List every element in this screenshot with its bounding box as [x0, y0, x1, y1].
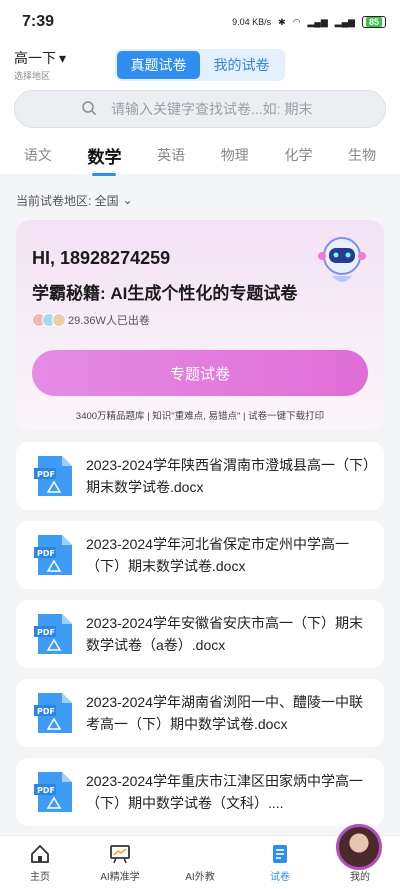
pdf-file-icon: PDF	[34, 456, 72, 496]
list-item[interactable]: PDF 2023-2024学年安徽省安庆市高一（下）期末数学试卷（a卷）.doc…	[16, 600, 384, 668]
wifi-icon: ◠	[292, 16, 301, 27]
paper-title: 2023-2024学年安徽省安庆市高一（下）期末数学试卷（a卷）.docx	[86, 615, 363, 653]
paper-type-switch: 真题试卷 我的试卷	[115, 49, 285, 81]
ai-tutor-avatar	[336, 824, 382, 870]
tab-chemistry[interactable]: 化学	[278, 145, 318, 165]
area-label: 当前试卷地区: 全国	[16, 193, 119, 208]
list-item[interactable]: PDF 2023-2024学年陕西省渭南市澄城县高一（下）期末数学试卷.docx	[16, 442, 384, 510]
status-time: 7:39	[22, 13, 55, 30]
chevron-down-icon: ⌄	[122, 193, 133, 207]
pdf-file-icon: PDF	[34, 614, 72, 654]
list-item[interactable]: PDF 2023-2024学年重庆市江津区田家炳中学高一（下）期中数学试卷（文科…	[16, 758, 384, 826]
status-icons: 9.04 KB/s ✱ ◠ ▂▄▆ ▂▄▆ 85	[232, 16, 386, 28]
bluetooth-icon: ✱	[278, 16, 286, 27]
svg-text:PDF: PDF	[37, 470, 55, 479]
paper-title: 2023-2024学年陕西省渭南市澄城县高一（下）期末数学试卷.docx	[86, 457, 370, 495]
search-section: 请输入关键字查找试卷...如: 期末	[0, 86, 400, 136]
robot-mascot-icon	[318, 237, 366, 282]
area-filter[interactable]: 当前试卷地区: 全国 ⌄	[0, 180, 400, 220]
list-item[interactable]: PDF 2023-2024学年湖南省浏阳一中、醴陵一中联考高一（下）期中数学试卷…	[16, 679, 384, 747]
tab-ai-learn-label: AI精准学	[100, 872, 140, 883]
topic-paper-button[interactable]: 专题试卷	[32, 350, 368, 396]
paper-title: 2023-2024学年湖南省浏阳一中、醴陵一中联考高一（下）期中数学试卷.doc…	[86, 694, 363, 732]
list-item[interactable]: PDF 2023-2024学年河北省保定市定州中学高一（下）期末数学试卷.doc…	[16, 521, 384, 589]
tab-papers[interactable]: 试卷	[240, 836, 320, 889]
tab-math[interactable]: 数学	[81, 143, 127, 176]
tab-ai-tutor-label: AI外教	[185, 872, 215, 883]
battery-icon: 85	[361, 16, 386, 28]
region-selector[interactable]: 高一下 ▾ 选择地区	[14, 48, 104, 82]
tab-mine-label: 我的	[350, 872, 370, 883]
promo-banner: HI, 18928274259 学霸秘籍: AI生成个性化的专题试卷 29.36…	[16, 220, 384, 430]
signal-icon-2: ▂▄▆	[334, 16, 355, 27]
signal-icon: ▂▄▆	[307, 16, 328, 27]
paper-title: 2023-2024学年重庆市江津区田家炳中学高一（下）期中数学试卷（文科）...…	[86, 773, 363, 811]
tab-home[interactable]: 主页	[0, 836, 80, 889]
papers-icon	[273, 845, 287, 863]
pdf-file-icon: PDF	[34, 535, 72, 575]
board-icon	[110, 845, 130, 864]
tab-ai-tutor[interactable]: AI外教	[160, 824, 382, 889]
tab-my-papers[interactable]: 我的试卷	[200, 51, 283, 79]
user-avatars	[32, 313, 66, 327]
caret-down-icon: ▾	[59, 49, 67, 66]
tab-biology[interactable]: 生物	[342, 145, 382, 165]
search-placeholder: 请输入关键字查找试卷...如: 期末	[111, 101, 313, 117]
status-bar: 7:39 9.04 KB/s ✱ ◠ ▂▄▆ ▂▄▆ 85	[0, 0, 400, 44]
pdf-file-icon: PDF	[34, 693, 72, 733]
tab-chinese[interactable]: 语文	[18, 145, 58, 165]
users-count: 29.36W人已出卷	[32, 312, 368, 328]
grade-label: 高一下 ▾	[14, 49, 67, 67]
svg-text:PDF: PDF	[37, 707, 55, 716]
subject-tabs: 语文 数学 英语 物理 化学 生物	[0, 136, 400, 176]
top-header: 高一下 ▾ 选择地区 真题试卷 我的试卷	[0, 44, 400, 86]
battery-level: 85	[365, 17, 382, 27]
network-speed: 9.04 KB/s	[232, 17, 272, 27]
tab-papers-label: 试卷	[270, 872, 290, 883]
users-count-text: 29.36W人已出卷	[68, 315, 150, 327]
tab-home-label: 主页	[30, 872, 50, 883]
bottom-tab-bar: 主页 AI精准学 AI外教 试卷 我的	[0, 824, 400, 889]
search-icon	[82, 101, 97, 116]
tab-english[interactable]: 英语	[151, 145, 191, 165]
tab-ai-learn[interactable]: AI精准学	[80, 836, 160, 889]
paper-list: PDF 2023-2024学年陕西省渭南市澄城县高一（下）期末数学试卷.docx…	[0, 442, 400, 826]
tab-real-papers[interactable]: 真题试卷	[117, 51, 200, 79]
region-hint: 选择地区	[14, 71, 51, 81]
tab-physics[interactable]: 物理	[215, 145, 255, 165]
search-input[interactable]: 请输入关键字查找试卷...如: 期末	[14, 90, 386, 128]
paper-title: 2023-2024学年河北省保定市定州中学高一（下）期末数学试卷.docx	[86, 536, 349, 574]
promo-features: 3400万精品题库 | 知识"重难点, 易错点" | 试卷一键下载打印	[75, 411, 325, 422]
svg-text:PDF: PDF	[37, 549, 55, 558]
svg-text:PDF: PDF	[37, 786, 55, 795]
home-icon	[31, 844, 49, 863]
pdf-file-icon: PDF	[34, 772, 72, 812]
svg-text:PDF: PDF	[37, 628, 55, 637]
